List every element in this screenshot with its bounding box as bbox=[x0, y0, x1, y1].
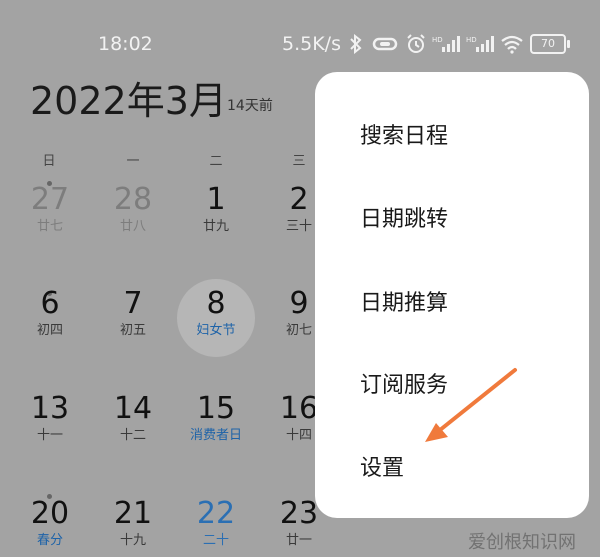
watermark: 爱创根知识网 bbox=[468, 532, 576, 553]
annotation-arrow-icon bbox=[425, 368, 517, 442]
calendar-screen: 18:02 5.5K/s HD HD 70 2022年3月 14天前 日 一 二… bbox=[0, 0, 600, 557]
